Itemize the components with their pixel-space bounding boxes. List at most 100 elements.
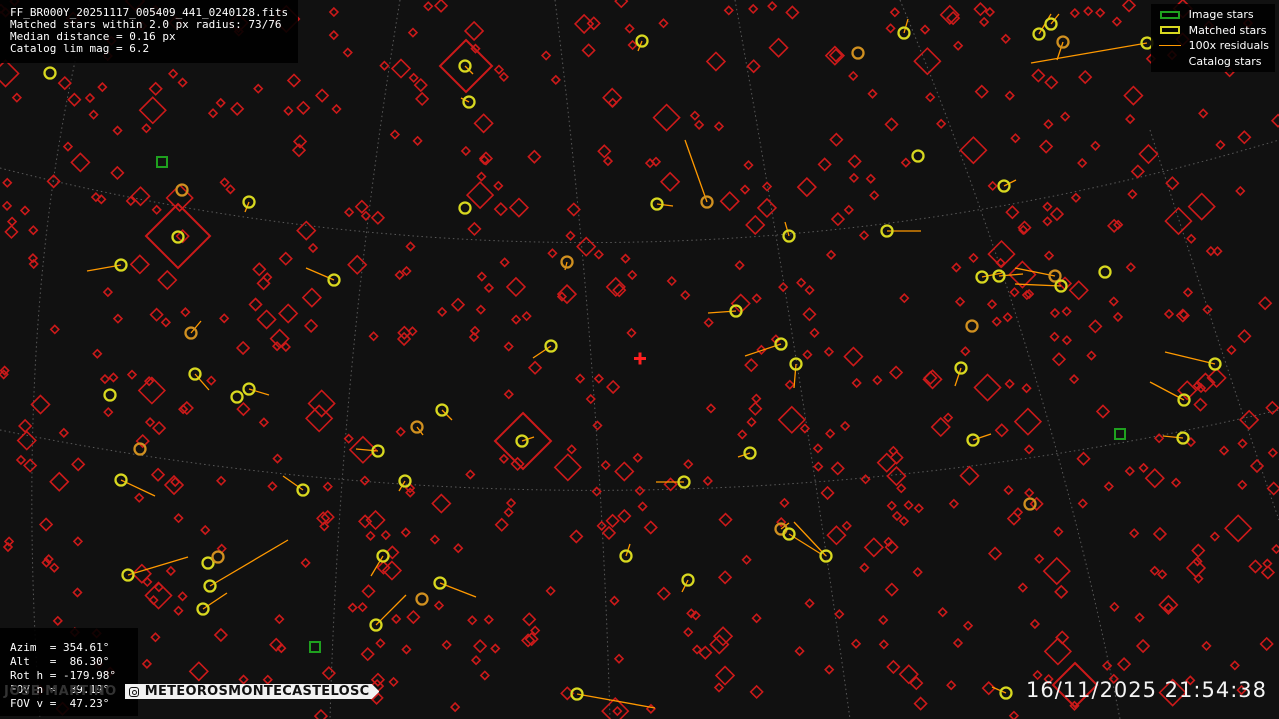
catalog-star	[157, 269, 178, 291]
catalog-star	[576, 236, 597, 257]
residual-line	[1162, 435, 1184, 439]
catalog-star	[490, 643, 501, 654]
catalog-star	[959, 136, 988, 165]
catalog-star	[746, 59, 761, 74]
catalog-star	[15, 454, 27, 466]
catalog-star	[626, 327, 637, 339]
azimuth-text: Azim = 354.61°	[10, 641, 110, 654]
catalog-star	[365, 530, 376, 541]
catalog-star	[1134, 612, 1145, 623]
catalog-star	[614, 461, 635, 482]
star-field	[0, 0, 1279, 719]
catalog-star	[256, 309, 277, 330]
catalog-star	[1229, 660, 1240, 671]
matched-star	[1098, 265, 1112, 279]
residual-line	[282, 475, 304, 491]
catalog-star	[1002, 312, 1013, 323]
catalog-star	[173, 605, 184, 616]
catalog-star	[391, 613, 402, 625]
catalog-star	[860, 474, 871, 485]
catalog-star	[1237, 438, 1248, 449]
catalog-star	[817, 157, 832, 172]
catalog-star	[1068, 280, 1089, 301]
catalog-star	[850, 638, 862, 649]
catalog-star	[148, 81, 163, 96]
catalog-star	[1003, 484, 1014, 496]
catalog-star	[714, 665, 736, 686]
matched-star	[415, 592, 429, 606]
catalog-star	[1017, 582, 1028, 593]
catalog-star	[1009, 287, 1020, 298]
capture-timestamp: 16/11/2025 21:54:38	[1025, 678, 1267, 702]
catalog-star	[825, 428, 836, 439]
catalog-star	[1038, 139, 1054, 154]
catalog-star	[460, 145, 471, 157]
catalog-star	[213, 627, 229, 643]
catalog-star	[718, 512, 733, 527]
catalog-star	[848, 70, 859, 82]
catalog-star	[566, 444, 577, 455]
catalog-star	[737, 429, 748, 440]
catalog-star	[177, 591, 188, 602]
residual-line	[903, 18, 909, 34]
catalog-star	[103, 407, 114, 418]
catalog-star	[1, 200, 13, 211]
catalog-star	[1083, 6, 1094, 17]
residual-line	[209, 539, 289, 587]
catalog-star	[165, 565, 176, 577]
catalog-star	[357, 602, 368, 613]
catalog-star	[465, 469, 476, 480]
catalog-star	[149, 307, 164, 322]
catalog-star	[303, 318, 319, 333]
catalog-star	[296, 100, 311, 115]
catalog-star	[1061, 306, 1072, 317]
image-stars-layer	[156, 156, 1126, 653]
catalog-star	[748, 401, 763, 416]
catalog-star	[547, 248, 558, 259]
catalog-star	[1103, 481, 1114, 492]
catalog-star	[16, 430, 37, 451]
catalog-star	[1116, 656, 1132, 672]
catalog-star	[936, 118, 947, 129]
catalog-star	[876, 452, 897, 473]
catalog-star	[1201, 640, 1212, 652]
catalog-star	[483, 614, 494, 625]
catalog-star	[898, 664, 919, 685]
grid-line	[31, 0, 91, 719]
catalog-star	[596, 520, 607, 531]
catalog-star	[1043, 250, 1055, 261]
catalog-star	[602, 155, 614, 167]
catalog-star	[286, 73, 302, 88]
catalog-star	[1076, 451, 1091, 466]
catalog-star	[717, 570, 733, 585]
instagram-icon	[128, 686, 139, 697]
residual-line	[1014, 283, 1062, 287]
catalog-star	[342, 47, 353, 58]
catalog-star	[505, 276, 527, 298]
catalog-star	[953, 40, 964, 51]
catalog-star	[987, 546, 1003, 561]
catalog-star	[1095, 7, 1106, 18]
catalog-star	[272, 453, 283, 464]
catalog-star	[666, 275, 677, 287]
catalog-star	[624, 23, 635, 34]
catalog-star	[131, 563, 152, 584]
catalog-star	[627, 269, 638, 281]
catalog-star	[632, 452, 643, 463]
catalog-star	[370, 210, 386, 225]
catalog-star	[843, 346, 864, 367]
catalog-star	[57, 75, 72, 91]
catalog-star	[108, 372, 119, 383]
catalog-star	[406, 609, 421, 625]
catalog-star	[987, 180, 998, 192]
residual-line-icon	[1157, 40, 1183, 52]
catalog-star	[960, 346, 971, 357]
catalog-star	[872, 375, 883, 386]
catalog-star	[2, 177, 13, 188]
catalog-star	[812, 443, 824, 454]
catalog-star	[689, 110, 701, 121]
catalog-star	[150, 632, 161, 643]
catalog-star	[144, 581, 173, 610]
catalog-star	[573, 13, 595, 35]
catalog-star	[110, 165, 125, 181]
